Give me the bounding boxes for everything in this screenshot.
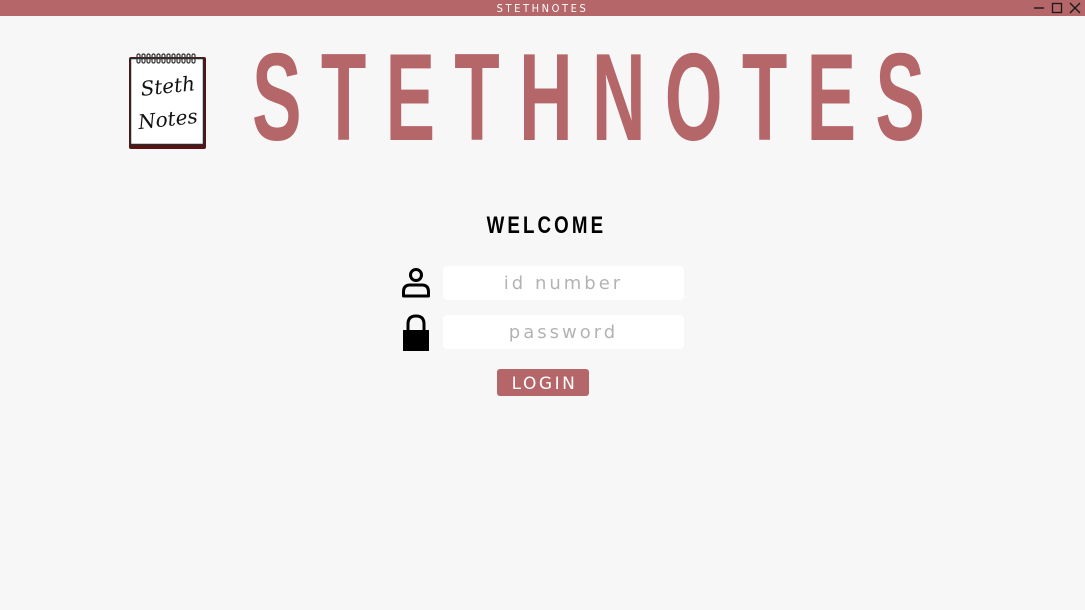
window-title: STETHNOTES xyxy=(496,2,589,15)
close-button[interactable] xyxy=(1067,0,1083,16)
login-button[interactable]: LOGIN xyxy=(497,369,589,396)
brand-title: STETHNOTES xyxy=(252,29,945,167)
maximize-icon xyxy=(1051,2,1063,14)
title-bar[interactable]: STETHNOTES xyxy=(0,0,1085,16)
lock-icon xyxy=(399,313,433,353)
id-number-input[interactable] xyxy=(443,266,684,300)
spiral-notepad-logo-icon: Steth Notes xyxy=(129,53,206,149)
minimize-icon xyxy=(1034,7,1044,9)
app-window: STETHNOTES Steth Notes STETHNOTES WELCOM… xyxy=(0,0,1085,610)
welcome-heading: WELCOME xyxy=(486,212,607,239)
minimize-button[interactable] xyxy=(1031,0,1047,16)
maximize-button[interactable] xyxy=(1049,0,1065,16)
user-icon xyxy=(399,265,433,305)
password-input[interactable] xyxy=(443,315,684,349)
close-icon xyxy=(1069,2,1081,14)
app-logo: Steth Notes xyxy=(128,53,208,150)
